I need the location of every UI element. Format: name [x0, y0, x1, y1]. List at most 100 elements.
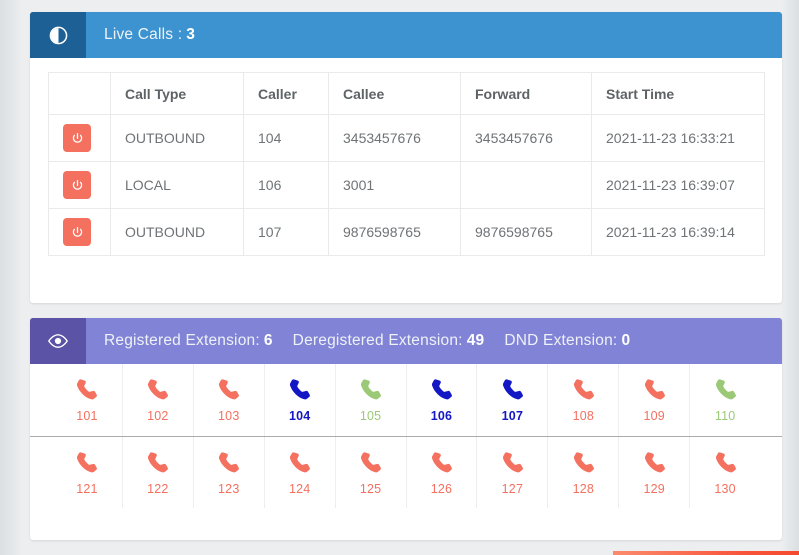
extension-number: 121 [76, 481, 98, 496]
table-cell-start-time: 2021-11-23 16:39:14 [591, 208, 765, 256]
extension-number: 110 [714, 409, 736, 423]
extension-number: 123 [218, 481, 240, 496]
extension-cell-121[interactable]: 121 [52, 437, 123, 508]
hangup-call-button[interactable] [63, 218, 91, 246]
phone-handset-icon [713, 377, 738, 402]
extension-number: 103 [218, 409, 240, 423]
extension-cell-129[interactable]: 129 [619, 437, 691, 508]
table-row: OUTBOUND 107 9876598765 9876598765 2021-11-2… [48, 208, 765, 256]
phone-handset-icon [429, 377, 454, 402]
eye-icon [30, 318, 86, 364]
table-cell-forward: 9876598765 [460, 208, 592, 256]
extensions-panel: Registered Extension: 6 Deregistered Exten… [30, 318, 782, 540]
extension-number: 128 [572, 481, 595, 496]
extension-cell-127[interactable]: 127 [477, 437, 549, 508]
extension-cell-102[interactable]: 102 [123, 364, 194, 436]
phone-handset-icon [358, 450, 383, 475]
phone-handset-icon [500, 450, 525, 475]
extension-row: 121 122 123 124 125 126 127 128 129 130 [30, 436, 782, 508]
table-header-row: Call Type Caller Callee Forward Start Ti… [48, 72, 765, 115]
extension-number: 129 [643, 481, 665, 496]
hangup-call-button[interactable] [63, 171, 91, 199]
extension-cell-106[interactable]: 106 [407, 364, 478, 436]
table-cell-start-time: 2021-11-23 16:33:21 [591, 114, 765, 162]
extensions-stats: Registered Extension: 6 Deregistered Exten… [86, 318, 630, 364]
extension-cell-128[interactable]: 128 [548, 437, 620, 508]
extension-number: 125 [359, 481, 382, 496]
live-calls-table-body: OUTBOUND 104 3453457676 3453457676 2021-11-2… [48, 114, 765, 256]
extension-cell-105[interactable]: 105 [336, 364, 407, 436]
extension-number: 127 [501, 481, 524, 496]
extension-cell-104[interactable]: 104 [265, 364, 336, 436]
table-cell-callee: 3453457676 [328, 114, 461, 162]
column-header-forward: Forward [460, 72, 592, 115]
phone-handset-icon [571, 450, 596, 475]
live-calls-header: Live Calls : 3 [30, 12, 782, 58]
live-calls-table-wrap: Call Type Caller Callee Forward Start Ti… [30, 58, 782, 256]
table-cell-action [48, 161, 111, 209]
extension-stat: Registered Extension: 6 [104, 332, 273, 350]
phone-handset-icon [145, 377, 170, 402]
phone-handset-icon [216, 377, 241, 402]
table-cell-action [48, 114, 111, 162]
table-cell-call-type: LOCAL [110, 161, 244, 209]
live-calls-title: Live Calls : 3 [86, 12, 195, 58]
extension-number: 106 [430, 409, 453, 423]
extension-cell-109[interactable]: 109 [619, 364, 691, 436]
phone-handset-icon [216, 450, 241, 475]
extension-number: 108 [572, 409, 595, 423]
extension-cell-124[interactable]: 124 [265, 437, 336, 508]
live-calls-title-label: Live Calls : [104, 26, 183, 43]
live-calls-table: Call Type Caller Callee Forward Start Ti… [48, 72, 765, 256]
extension-stat-label: Registered Extension: [104, 332, 260, 349]
table-cell-call-type: OUTBOUND [110, 114, 244, 162]
extensions-grid: 101 102 103 104 105 106 107 108 109 110 121 122 123… [30, 364, 782, 508]
power-icon [71, 226, 84, 239]
contrast-circle-icon [30, 12, 86, 58]
table-cell-caller: 104 [243, 114, 329, 162]
extension-cell-108[interactable]: 108 [548, 364, 620, 436]
extension-number: 109 [643, 409, 665, 423]
extension-stat: Deregistered Extension: 49 [293, 332, 485, 350]
phone-handset-icon [358, 377, 383, 402]
extension-cell-130[interactable]: 130 [690, 437, 760, 508]
phone-handset-icon [74, 377, 99, 402]
table-row: OUTBOUND 104 3453457676 3453457676 2021-11-2… [48, 114, 765, 162]
page-gutter-right [782, 0, 799, 555]
extension-cell-101[interactable]: 101 [52, 364, 123, 436]
table-cell-caller: 107 [243, 208, 329, 256]
column-header-action [48, 72, 111, 115]
table-cell-forward: 3453457676 [460, 114, 592, 162]
extension-number: 124 [288, 481, 311, 496]
extension-stat-label: DND Extension: [504, 332, 618, 349]
extension-cell-126[interactable]: 126 [407, 437, 478, 508]
extension-row: 101 102 103 104 105 106 107 108 109 110 [30, 364, 782, 436]
column-header-callee: Callee [328, 72, 461, 115]
live-calls-panel: Live Calls : 3 Call Type Caller Callee F… [30, 12, 782, 303]
extension-stat-label: Deregistered Extension: [292, 332, 463, 349]
hangup-call-button[interactable] [63, 124, 91, 152]
bottom-alert-strip [613, 551, 799, 555]
extension-stat-value: 49 [466, 332, 485, 349]
extension-cell-123[interactable]: 123 [194, 437, 265, 508]
table-row: LOCAL 106 3001 2021-11-23 16:39:07 [48, 161, 765, 209]
phone-handset-icon [74, 450, 99, 475]
extension-cell-110[interactable]: 110 [690, 364, 760, 436]
extension-cell-125[interactable]: 125 [336, 437, 407, 508]
phone-handset-icon [642, 450, 667, 475]
extension-number: 130 [714, 481, 736, 496]
extension-number: 107 [501, 409, 524, 423]
extensions-header: Registered Extension: 6 Deregistered Exten… [30, 318, 782, 364]
extension-cell-122[interactable]: 122 [123, 437, 194, 508]
extension-cell-103[interactable]: 103 [194, 364, 265, 436]
extension-cell-107[interactable]: 107 [477, 364, 549, 436]
extension-number: 101 [76, 409, 98, 423]
table-cell-start-time: 2021-11-23 16:39:07 [591, 161, 765, 209]
table-cell-call-type: OUTBOUND [110, 208, 244, 256]
page-gutter-left [0, 0, 22, 555]
table-cell-action [48, 208, 111, 256]
extension-stat-value: 0 [621, 332, 631, 349]
phone-handset-icon [287, 450, 312, 475]
extension-number: 105 [359, 409, 382, 423]
live-calls-count: 3 [186, 26, 196, 43]
